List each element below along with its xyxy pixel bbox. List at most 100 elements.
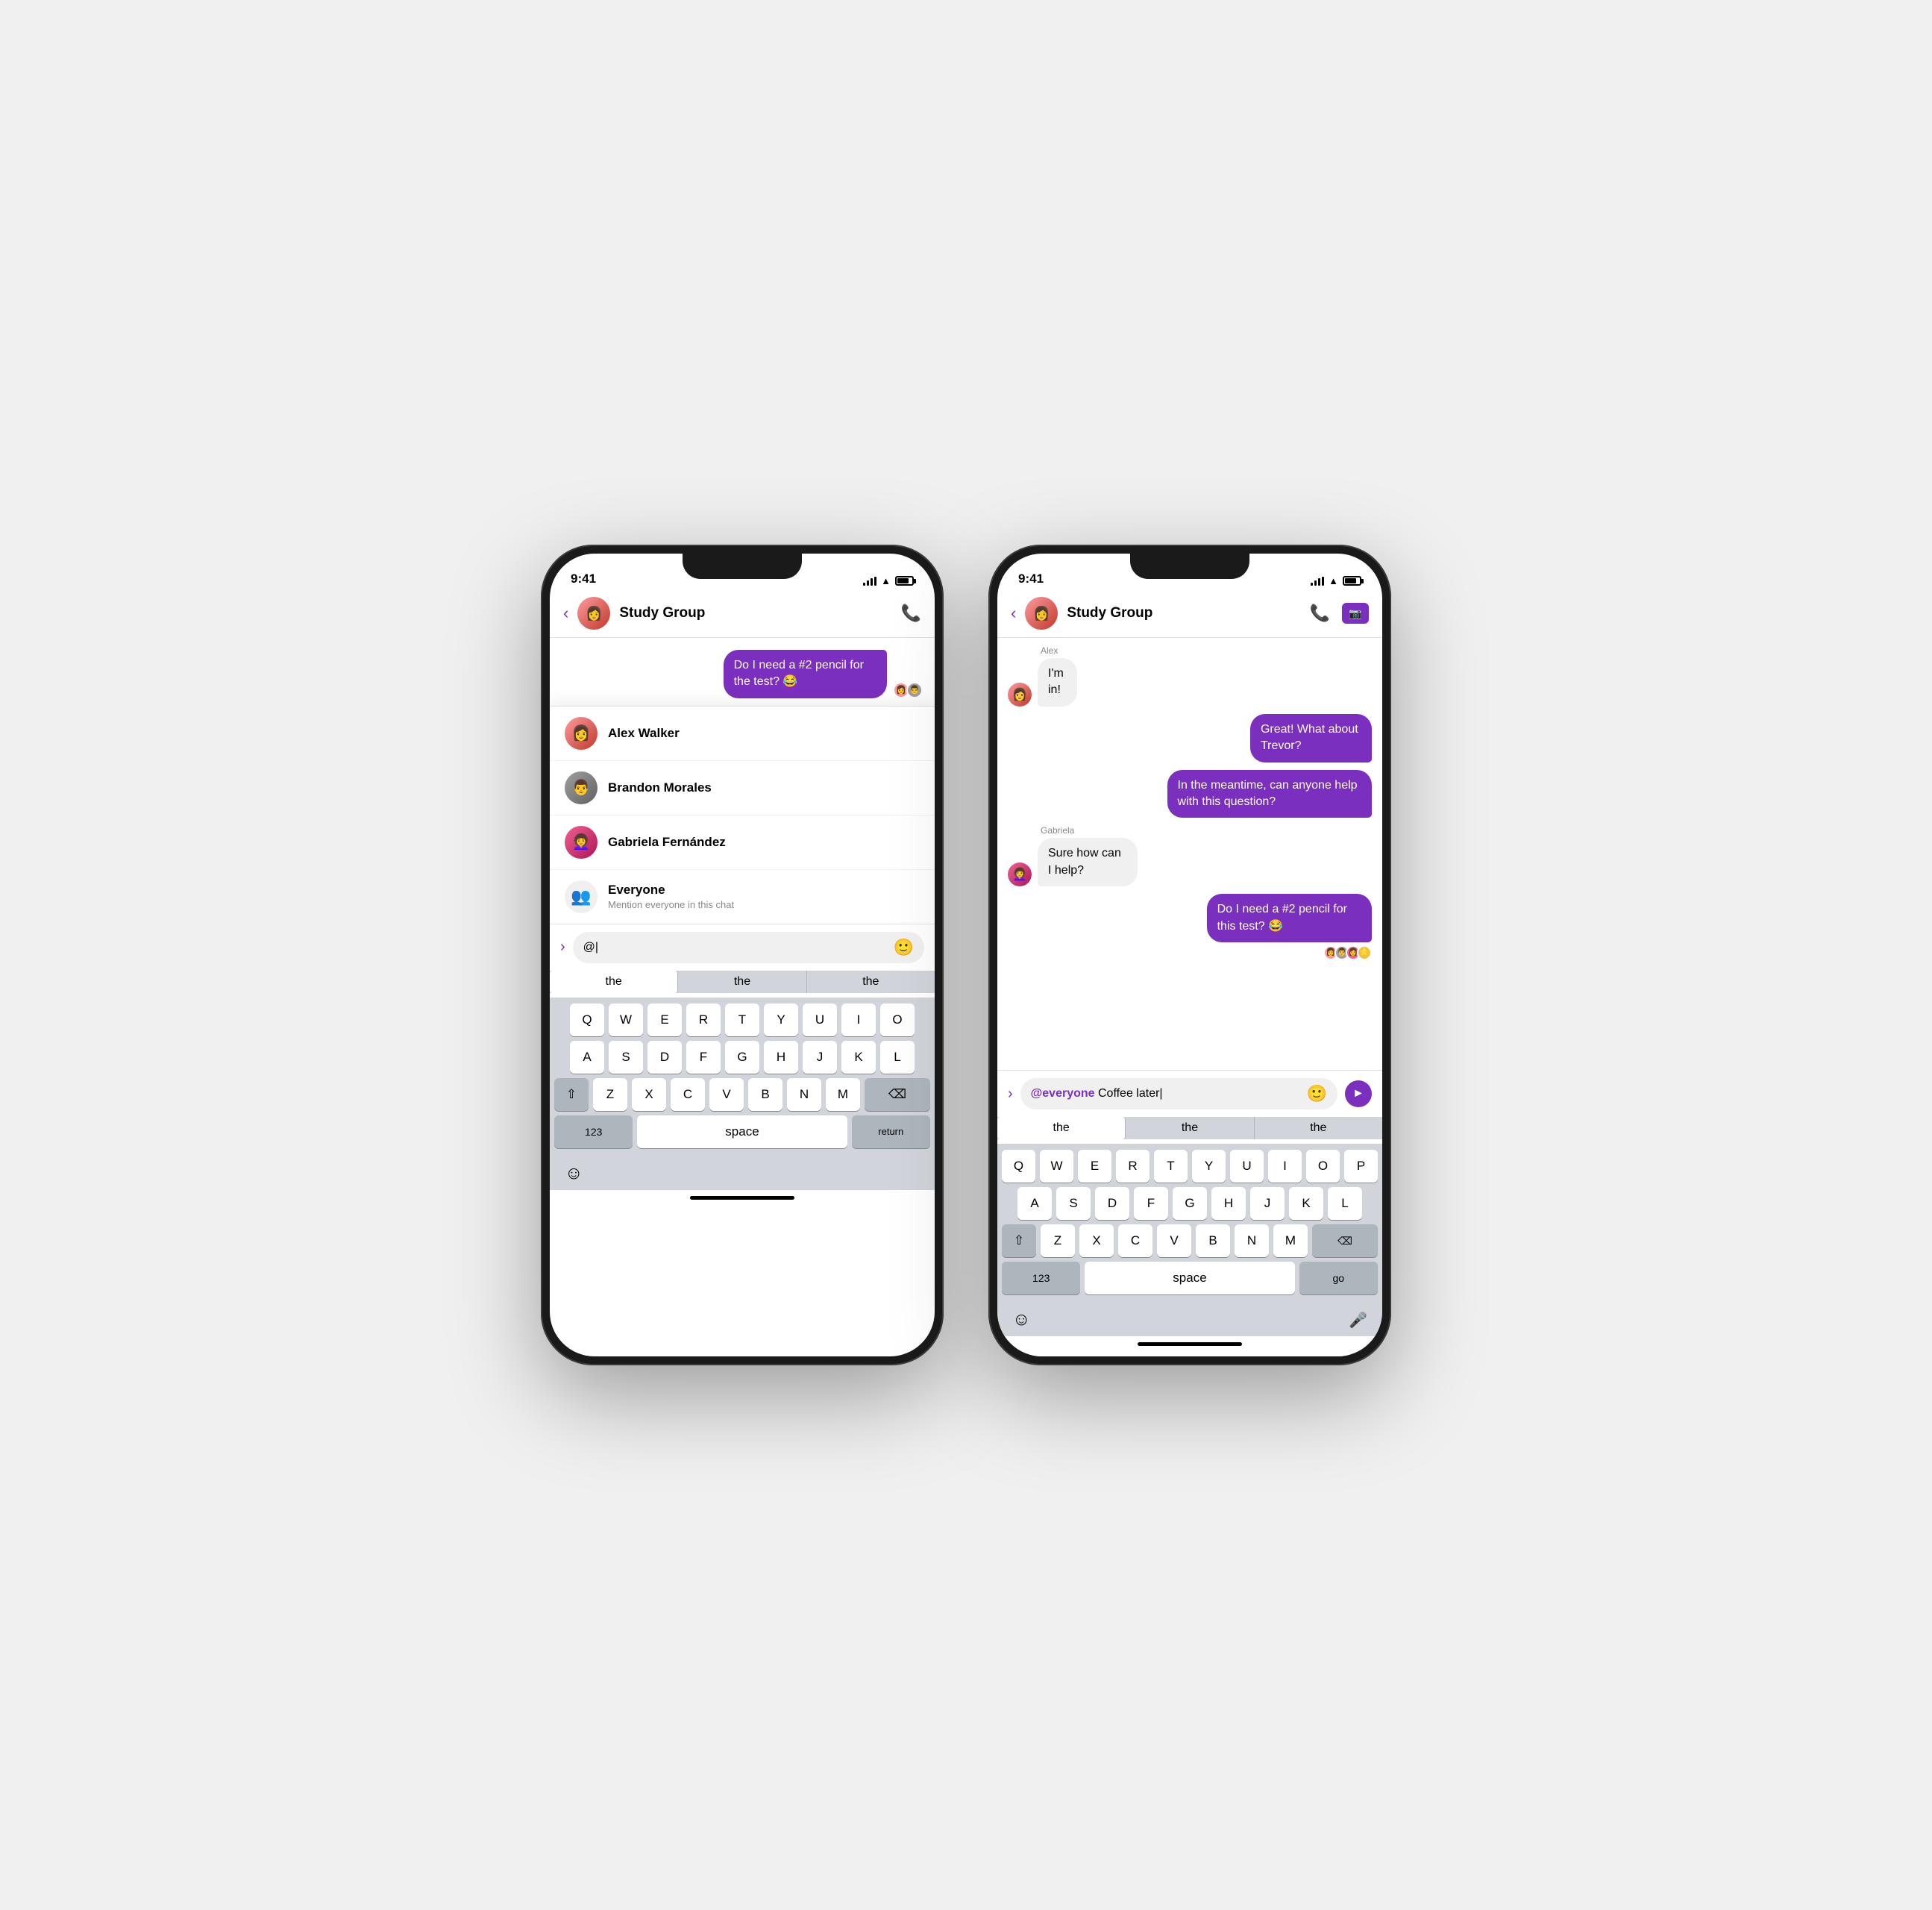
back-button-2[interactable]: ‹ bbox=[1011, 604, 1016, 623]
key-h-2[interactable]: H bbox=[1211, 1187, 1246, 1220]
signal-bars-2 bbox=[1311, 577, 1324, 586]
key-q-2[interactable]: Q bbox=[1002, 1150, 1035, 1183]
video-call-button-2[interactable]: 📷 bbox=[1342, 603, 1369, 624]
key-b-1[interactable]: B bbox=[748, 1078, 782, 1111]
suggestion-2-3[interactable]: the bbox=[1255, 1117, 1382, 1139]
send-button-2[interactable]: ► bbox=[1345, 1080, 1372, 1107]
key-m-2[interactable]: M bbox=[1273, 1224, 1308, 1257]
key-c-2[interactable]: C bbox=[1118, 1224, 1152, 1257]
key-g-2[interactable]: G bbox=[1173, 1187, 1207, 1220]
key-i-2[interactable]: I bbox=[1268, 1150, 1302, 1183]
expand-button-2[interactable]: › bbox=[1008, 1086, 1013, 1103]
key-j-2[interactable]: J bbox=[1250, 1187, 1285, 1220]
key-n-1[interactable]: N bbox=[787, 1078, 821, 1111]
suggestion-1-2[interactable]: the bbox=[678, 971, 806, 993]
key-t-2[interactable]: T bbox=[1154, 1150, 1188, 1183]
emoji-bottom-1[interactable]: ☺ bbox=[565, 1163, 583, 1184]
phone-2: 9:41 ▲ ‹ 👩 Study Group bbox=[988, 545, 1391, 1365]
key-l-1[interactable]: L bbox=[880, 1041, 915, 1074]
key-m-1[interactable]: M bbox=[826, 1078, 860, 1111]
key-x-2[interactable]: X bbox=[1079, 1224, 1114, 1257]
emoji-button-1[interactable]: 🙂 bbox=[894, 938, 914, 957]
key-j-1[interactable]: J bbox=[803, 1041, 837, 1074]
key-d-2[interactable]: D bbox=[1095, 1187, 1129, 1220]
key-f-2[interactable]: F bbox=[1134, 1187, 1168, 1220]
key-shift-2[interactable]: ⇧ bbox=[1002, 1224, 1036, 1257]
key-u-2[interactable]: U bbox=[1230, 1150, 1264, 1183]
suggestion-1-1[interactable]: the bbox=[550, 971, 678, 993]
key-h-1[interactable]: H bbox=[764, 1041, 798, 1074]
suggestion-2-1[interactable]: the bbox=[997, 1117, 1126, 1139]
key-backspace-2[interactable]: ⌫ bbox=[1312, 1224, 1378, 1257]
key-l-2[interactable]: L bbox=[1328, 1187, 1362, 1220]
key-a-1[interactable]: A bbox=[570, 1041, 604, 1074]
key-b-2[interactable]: B bbox=[1196, 1224, 1230, 1257]
key-123-1[interactable]: 123 bbox=[554, 1115, 633, 1148]
key-123-2[interactable]: 123 bbox=[1002, 1262, 1080, 1294]
key-space-1[interactable]: space bbox=[637, 1115, 847, 1148]
key-z-1[interactable]: Z bbox=[593, 1078, 627, 1111]
key-o-1[interactable]: O bbox=[880, 1003, 915, 1036]
key-z-2[interactable]: Z bbox=[1041, 1224, 1075, 1257]
mic-icon[interactable]: 🎤 bbox=[1349, 1311, 1367, 1330]
key-f-1[interactable]: F bbox=[686, 1041, 721, 1074]
key-y-2[interactable]: Y bbox=[1192, 1150, 1226, 1183]
key-s-1[interactable]: S bbox=[609, 1041, 643, 1074]
nav-bar-1: ‹ 👩 Study Group 📞 bbox=[550, 591, 935, 638]
key-e-1[interactable]: E bbox=[647, 1003, 682, 1036]
key-r-1[interactable]: R bbox=[686, 1003, 721, 1036]
key-s-2[interactable]: S bbox=[1056, 1187, 1091, 1220]
key-w-1[interactable]: W bbox=[609, 1003, 643, 1036]
key-v-1[interactable]: V bbox=[709, 1078, 744, 1111]
key-o-2[interactable]: O bbox=[1306, 1150, 1340, 1183]
emoji-button-2[interactable]: 🙂 bbox=[1307, 1084, 1327, 1103]
mention-item-brandon[interactable]: 👨 Brandon Morales bbox=[550, 761, 935, 815]
key-e-2[interactable]: E bbox=[1078, 1150, 1111, 1183]
key-backspace-1[interactable]: ⌫ bbox=[865, 1078, 930, 1111]
keyboard-row-1-2: A S D F G H J K L bbox=[554, 1041, 930, 1074]
key-w-2[interactable]: W bbox=[1040, 1150, 1073, 1183]
bottom-actions-1: ☺ bbox=[550, 1157, 935, 1190]
key-c-1[interactable]: C bbox=[671, 1078, 705, 1111]
key-g-1[interactable]: G bbox=[725, 1041, 759, 1074]
keyboard-row-2-4: 123 space go bbox=[1002, 1262, 1378, 1294]
phone-call-button-2[interactable]: 📞 bbox=[1310, 604, 1330, 623]
key-y-1[interactable]: Y bbox=[764, 1003, 798, 1036]
back-button-1[interactable]: ‹ bbox=[563, 604, 568, 623]
key-go-2[interactable]: go bbox=[1299, 1262, 1378, 1294]
nav-actions-2: 📞 📷 bbox=[1310, 603, 1369, 624]
mention-name-gabriela: Gabriela Fernández bbox=[608, 835, 726, 850]
key-r-2[interactable]: R bbox=[1116, 1150, 1150, 1183]
mention-item-gabriela[interactable]: 👩‍🦱 Gabriela Fernández bbox=[550, 815, 935, 870]
text-input-wrapper-1[interactable]: @| 🙂 bbox=[573, 932, 924, 963]
phone-1: 9:41 ▲ ‹ 👩 Study Group bbox=[541, 545, 944, 1365]
mention-tag: @everyone bbox=[1031, 1087, 1095, 1100]
key-v-2[interactable]: V bbox=[1157, 1224, 1191, 1257]
text-input-1[interactable]: @| bbox=[583, 941, 888, 954]
text-input-wrapper-2[interactable]: @everyone Coffee later| 🙂 bbox=[1020, 1078, 1337, 1109]
key-return-1[interactable]: return bbox=[852, 1115, 930, 1148]
input-text-after: Coffee later| bbox=[1095, 1087, 1163, 1100]
expand-button-1[interactable]: › bbox=[560, 939, 565, 956]
key-t-1[interactable]: T bbox=[725, 1003, 759, 1036]
key-d-1[interactable]: D bbox=[647, 1041, 682, 1074]
suggestion-2-2[interactable]: the bbox=[1126, 1117, 1254, 1139]
key-u-1[interactable]: U bbox=[803, 1003, 837, 1036]
key-n-2[interactable]: N bbox=[1235, 1224, 1269, 1257]
mention-item-alex[interactable]: 👩 Alex Walker bbox=[550, 707, 935, 761]
key-x-1[interactable]: X bbox=[632, 1078, 666, 1111]
keyboard-row-1-3: ⇧ Z X C V B N M ⌫ bbox=[554, 1078, 930, 1111]
key-k-1[interactable]: K bbox=[841, 1041, 876, 1074]
emoji-bottom-2[interactable]: ☺ bbox=[1012, 1309, 1031, 1330]
mention-item-everyone[interactable]: 👥 Everyone Mention everyone in this chat bbox=[550, 870, 935, 924]
key-p-2[interactable]: P bbox=[1344, 1150, 1378, 1183]
phone-call-button-1[interactable]: 📞 bbox=[901, 604, 921, 623]
key-space-2[interactable]: space bbox=[1085, 1262, 1294, 1294]
key-k-2[interactable]: K bbox=[1289, 1187, 1323, 1220]
key-q-1[interactable]: Q bbox=[570, 1003, 604, 1036]
suggestion-1-3[interactable]: the bbox=[807, 971, 935, 993]
key-shift-1[interactable]: ⇧ bbox=[554, 1078, 589, 1111]
text-input-2[interactable]: @everyone Coffee later| bbox=[1031, 1087, 1301, 1100]
key-a-2[interactable]: A bbox=[1017, 1187, 1052, 1220]
key-i-1[interactable]: I bbox=[841, 1003, 876, 1036]
